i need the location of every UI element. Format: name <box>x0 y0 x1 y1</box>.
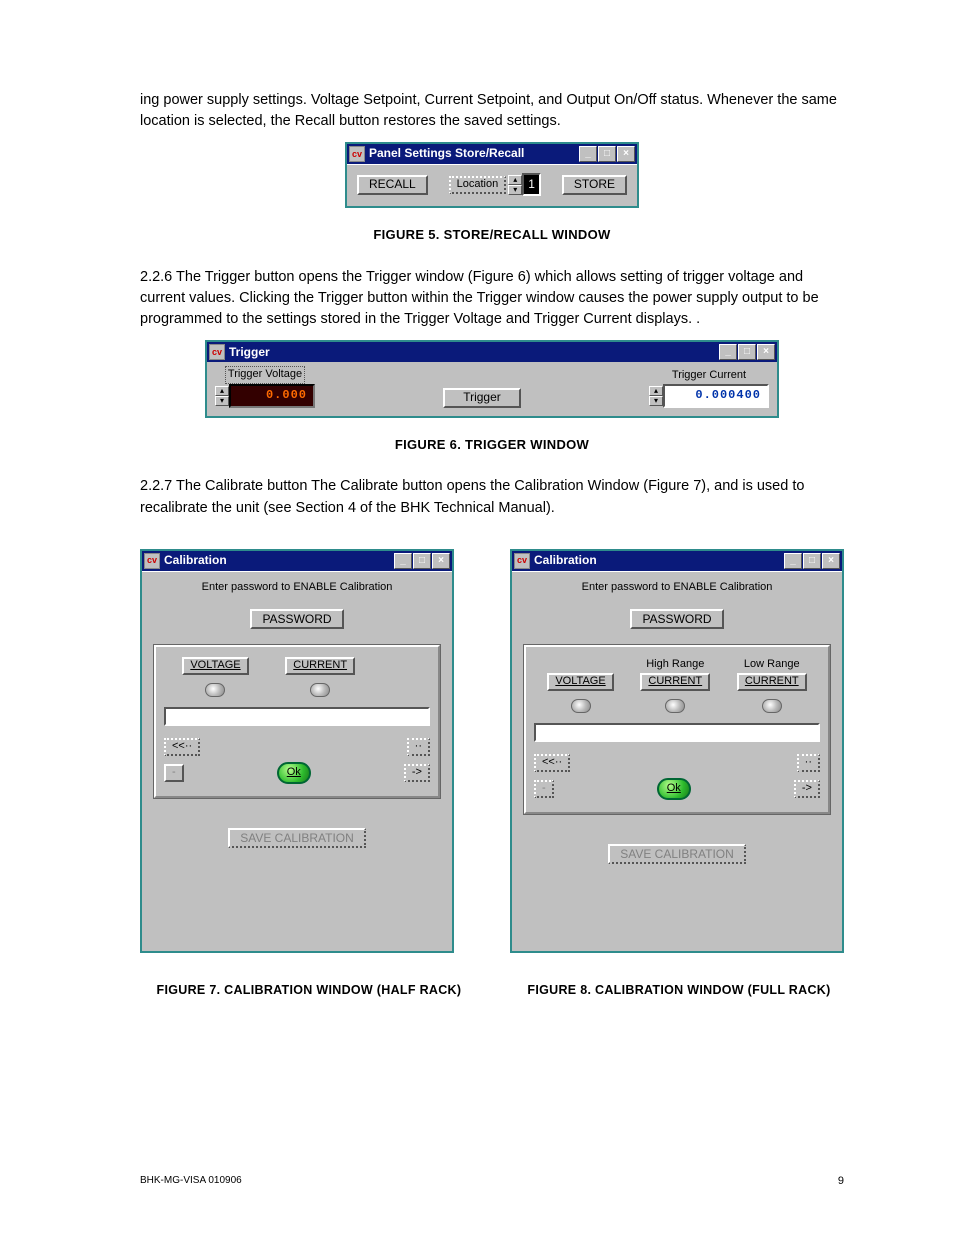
page-number: 9 <box>838 1174 844 1190</box>
store-button[interactable]: STORE <box>562 175 627 195</box>
spinner-up-icon[interactable]: ▴ <box>215 386 229 396</box>
save-calibration-button[interactable]: SAVE CALIBRATION <box>608 844 746 864</box>
calibration-window-half: cv Calibration _ □ × Enter password to E… <box>140 549 454 953</box>
location-value: 1 <box>522 173 541 196</box>
trigger-voltage-label: Trigger Voltage <box>225 366 305 384</box>
trigger-window: cv Trigger _ □ × Trigger Voltage ▴ ▾ <box>205 340 779 417</box>
ok-button[interactable]: Ok <box>657 778 691 800</box>
decrement-button[interactable]: - <box>164 764 184 782</box>
voltage-button[interactable]: VOLTAGE <box>547 673 613 691</box>
decrement-button[interactable]: - <box>534 780 554 798</box>
fwd-coarse-button[interactable]: ·· <box>797 754 820 772</box>
body-226: 2.2.6 The Trigger button opens the Trigg… <box>140 267 844 330</box>
calibration-readout <box>164 707 430 726</box>
voltage-radio[interactable] <box>205 683 225 697</box>
close-icon[interactable]: × <box>757 344 775 360</box>
window-title: Calibration <box>534 552 784 569</box>
ok-button[interactable]: Ok <box>277 762 311 784</box>
titlebar[interactable]: cv Panel Settings Store/Recall _ □ × <box>347 144 637 164</box>
spinner-up-icon[interactable]: ▴ <box>649 386 663 396</box>
fwd-coarse-button[interactable]: ·· <box>407 738 430 756</box>
close-icon[interactable]: × <box>617 146 635 162</box>
location-spinner[interactable]: ▴ ▾ 1 <box>508 173 541 196</box>
body-227: 2.2.7 The Calibrate button The Calibrate… <box>140 476 844 518</box>
password-button[interactable]: PASSWORD <box>250 609 343 629</box>
back-coarse-button[interactable]: <<·· <box>164 738 200 756</box>
maximize-icon[interactable]: □ <box>803 553 821 569</box>
password-prompt: Enter password to ENABLE Calibration <box>154 580 440 596</box>
trigger-voltage-value: 0.000 <box>229 384 315 407</box>
calibration-readout <box>534 723 820 742</box>
window-title: Panel Settings Store/Recall <box>369 145 579 162</box>
calibration-group: VOLTAGE High Range CURRENT <box>524 645 830 814</box>
recall-button[interactable]: RECALL <box>357 175 428 195</box>
store-recall-window: cv Panel Settings Store/Recall _ □ × REC… <box>345 142 639 208</box>
maximize-icon[interactable]: □ <box>413 553 431 569</box>
high-current-button[interactable]: CURRENT <box>640 673 710 691</box>
app-icon: cv <box>349 146 365 162</box>
minimize-icon[interactable]: _ <box>784 553 802 569</box>
current-radio[interactable] <box>310 683 330 697</box>
trigger-current-label: Trigger Current <box>672 368 746 384</box>
spinner-up-icon[interactable]: ▴ <box>508 175 522 185</box>
calibration-window-full: cv Calibration _ □ × Enter password to E… <box>510 549 844 953</box>
titlebar[interactable]: cv Calibration _ □ × <box>512 551 842 571</box>
calibration-group: VOLTAGE CURRENT <box>154 645 440 798</box>
low-current-radio[interactable] <box>762 699 782 713</box>
low-current-button[interactable]: CURRENT <box>737 673 807 691</box>
trigger-button[interactable]: Trigger <box>443 388 521 408</box>
close-icon[interactable]: × <box>432 553 450 569</box>
window-title: Calibration <box>164 552 394 569</box>
save-calibration-button[interactable]: SAVE CALIBRATION <box>228 828 366 848</box>
titlebar[interactable]: cv Trigger _ □ × <box>207 342 777 362</box>
close-icon[interactable]: × <box>822 553 840 569</box>
minimize-icon[interactable]: _ <box>394 553 412 569</box>
password-button[interactable]: PASSWORD <box>630 609 723 629</box>
maximize-icon[interactable]: □ <box>738 344 756 360</box>
voltage-button[interactable]: VOLTAGE <box>182 657 248 675</box>
footer-doc-id: BHK-MG-VISA 010906 <box>140 1174 242 1190</box>
figure7-caption: FIGURE 7. CALIBRATION WINDOW (HALF RACK) <box>140 981 478 999</box>
current-button[interactable]: CURRENT <box>285 657 355 675</box>
next-button[interactable]: -> <box>794 780 820 798</box>
spinner-down-icon[interactable]: ▾ <box>649 396 663 406</box>
password-prompt: Enter password to ENABLE Calibration <box>524 580 830 596</box>
figure6-caption: FIGURE 6. TRIGGER WINDOW <box>140 436 844 455</box>
trigger-current-spinner[interactable]: ▴ ▾ 0.000400 <box>649 384 769 407</box>
trigger-voltage-spinner[interactable]: ▴ ▾ 0.000 <box>215 384 315 407</box>
trigger-current-value: 0.000400 <box>663 384 769 407</box>
spinner-down-icon[interactable]: ▾ <box>215 396 229 406</box>
voltage-radio[interactable] <box>571 699 591 713</box>
minimize-icon[interactable]: _ <box>719 344 737 360</box>
location-label-button[interactable]: Location <box>449 176 507 194</box>
figure5-caption: FIGURE 5. STORE/RECALL WINDOW <box>140 226 844 245</box>
next-button[interactable]: -> <box>404 764 430 782</box>
back-coarse-button[interactable]: <<·· <box>534 754 570 772</box>
titlebar[interactable]: cv Calibration _ □ × <box>142 551 452 571</box>
high-range-label: High Range <box>646 657 704 673</box>
low-range-label: Low Range <box>744 657 800 673</box>
app-icon: cv <box>144 553 160 569</box>
spinner-down-icon[interactable]: ▾ <box>508 185 522 195</box>
window-title: Trigger <box>229 344 719 361</box>
minimize-icon[interactable]: _ <box>579 146 597 162</box>
high-current-radio[interactable] <box>665 699 685 713</box>
maximize-icon[interactable]: □ <box>598 146 616 162</box>
figure8-caption: FIGURE 8. CALIBRATION WINDOW (FULL RACK) <box>514 981 844 999</box>
body-intro: ing power supply settings. Voltage Setpo… <box>140 90 844 132</box>
app-icon: cv <box>209 344 225 360</box>
app-icon: cv <box>514 553 530 569</box>
